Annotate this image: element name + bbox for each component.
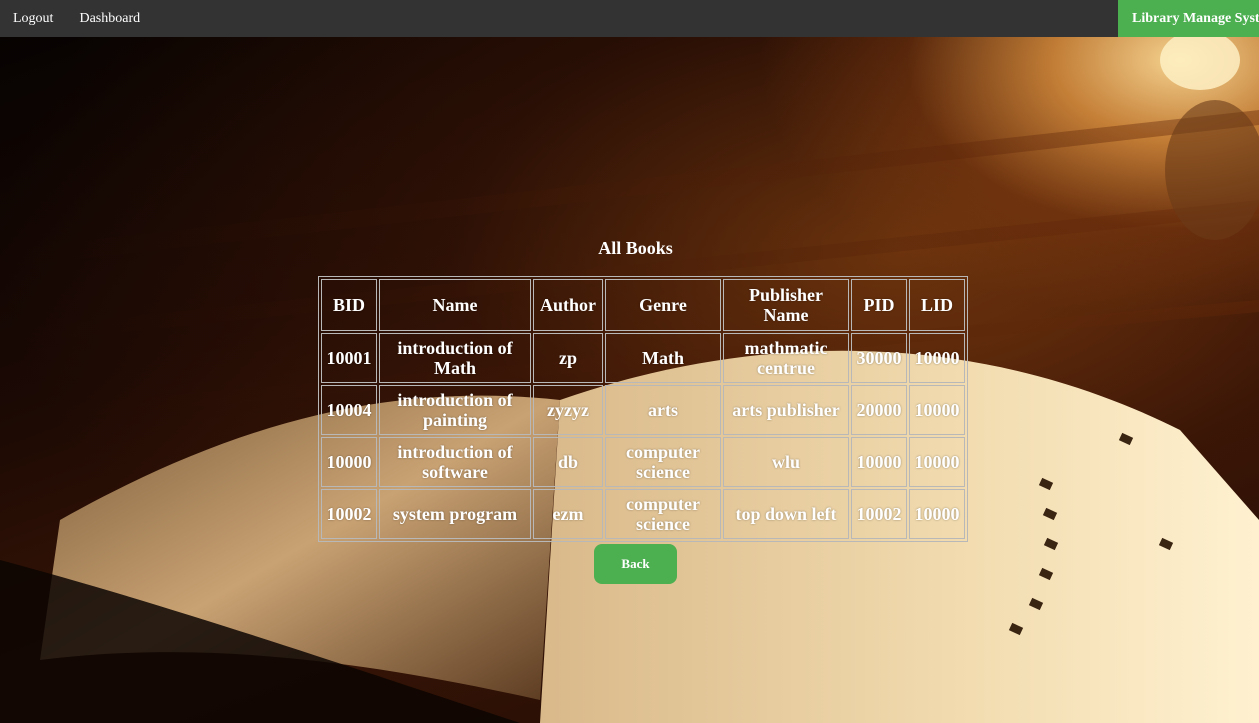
cell-genre: Math [605, 333, 721, 383]
cell-lid: 10000 [909, 489, 965, 539]
cell-genre: arts [605, 385, 721, 435]
page-title: All Books [598, 238, 673, 258]
column-header-bid: BID [321, 279, 377, 331]
cell-author: ezm [533, 489, 603, 539]
cell-name: introduction of painting [379, 385, 531, 435]
cell-lid: 10000 [909, 385, 965, 435]
top-navbar: Logout Dashboard Library Manage System [0, 0, 1259, 37]
cell-pid: 30000 [851, 333, 907, 383]
cell-author: zp [533, 333, 603, 383]
books-table: BID Name Author Genre Publisher Name PID… [318, 276, 968, 542]
cell-pid: 20000 [851, 385, 907, 435]
cell-publisher: wlu [723, 437, 849, 487]
column-header-author: Author [533, 279, 603, 331]
cell-publisher: mathmatic centrue [723, 333, 849, 383]
column-header-pid: PID [851, 279, 907, 331]
cell-bid: 10001 [321, 333, 377, 383]
table-header-row: BID Name Author Genre Publisher Name PID… [321, 279, 965, 331]
cell-pid: 10002 [851, 489, 907, 539]
table-row: 10004 introduction of painting zyzyz art… [321, 385, 965, 435]
column-header-name: Name [379, 279, 531, 331]
table-row: 10000 introduction of software db comput… [321, 437, 965, 487]
column-header-genre: Genre [605, 279, 721, 331]
cell-lid: 10000 [909, 333, 965, 383]
cell-publisher: top down left [723, 489, 849, 539]
cell-publisher: arts publisher [723, 385, 849, 435]
cell-lid: 10000 [909, 437, 965, 487]
cell-name: system program [379, 489, 531, 539]
cell-name: introduction of software [379, 437, 531, 487]
dashboard-link[interactable]: Dashboard [66, 0, 153, 37]
cell-author: db [533, 437, 603, 487]
back-button[interactable]: Back [594, 544, 677, 584]
table-row: 10001 introduction of Math zp Math mathm… [321, 333, 965, 383]
cell-author: zyzyz [533, 385, 603, 435]
cell-genre: computer science [605, 437, 721, 487]
cell-genre: computer science [605, 489, 721, 539]
cell-bid: 10004 [321, 385, 377, 435]
cell-bid: 10002 [321, 489, 377, 539]
app-brand: Library Manage System [1118, 0, 1259, 37]
logout-link[interactable]: Logout [0, 0, 66, 37]
column-header-publisher-name: Publisher Name [723, 279, 849, 331]
cell-pid: 10000 [851, 437, 907, 487]
column-header-lid: LID [909, 279, 965, 331]
cell-name: introduction of Math [379, 333, 531, 383]
cell-bid: 10000 [321, 437, 377, 487]
table-row: 10002 system program ezm computer scienc… [321, 489, 965, 539]
